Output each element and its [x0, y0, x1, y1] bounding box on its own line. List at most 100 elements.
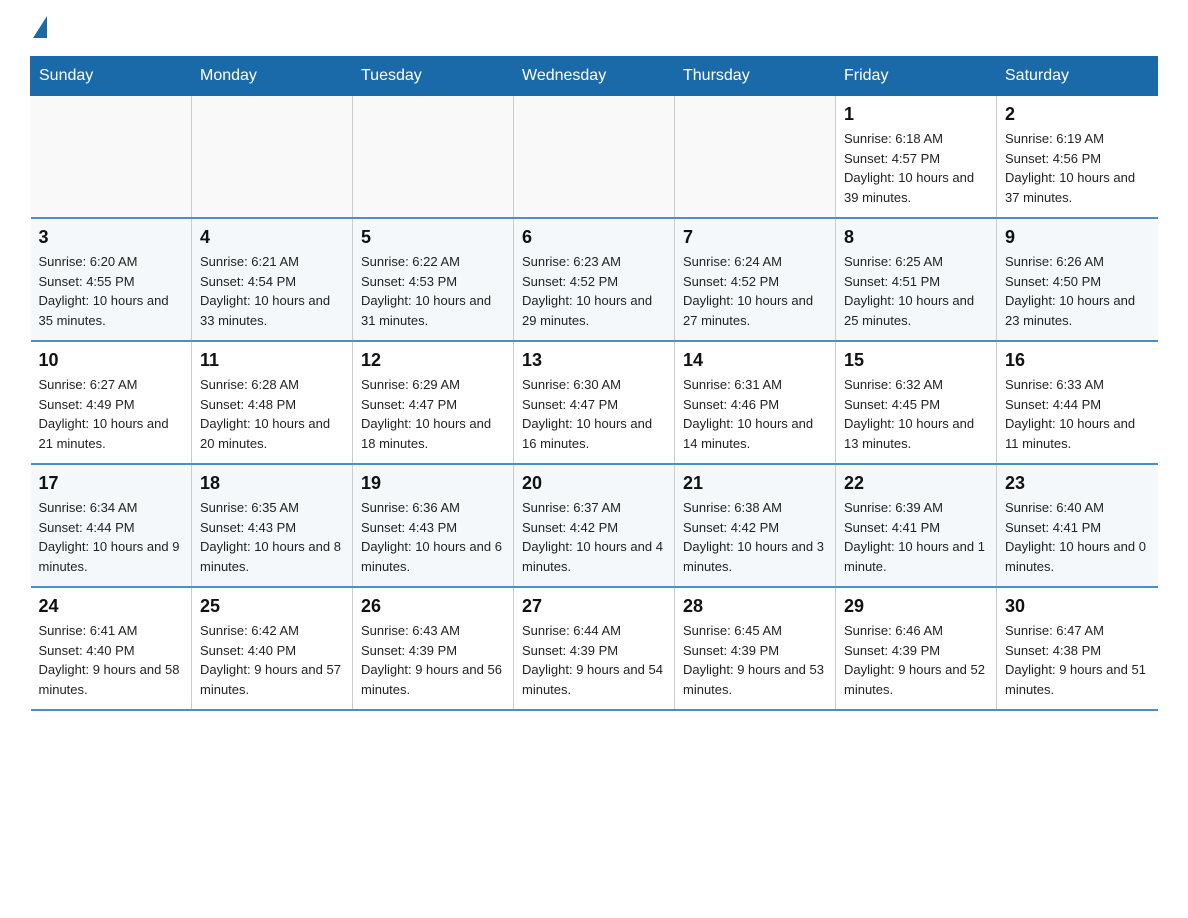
day-header-tuesday: Tuesday — [353, 57, 514, 96]
calendar-cell: 10 Sunrise: 6:27 AMSunset: 4:49 PMDayligh… — [31, 341, 192, 464]
day-number: 9 — [1005, 227, 1150, 248]
day-info: Sunrise: 6:28 AMSunset: 4:48 PMDaylight:… — [200, 375, 344, 453]
day-info: Sunrise: 6:22 AMSunset: 4:53 PMDaylight:… — [361, 252, 505, 330]
day-number: 6 — [522, 227, 666, 248]
day-info: Sunrise: 6:40 AMSunset: 4:41 PMDaylight:… — [1005, 498, 1150, 576]
day-info: Sunrise: 6:43 AMSunset: 4:39 PMDaylight:… — [361, 621, 505, 699]
day-info: Sunrise: 6:46 AMSunset: 4:39 PMDaylight:… — [844, 621, 988, 699]
day-info: Sunrise: 6:25 AMSunset: 4:51 PMDaylight:… — [844, 252, 988, 330]
calendar-cell: 2 Sunrise: 6:19 AMSunset: 4:56 PMDaylight… — [997, 96, 1158, 219]
calendar-cell — [31, 96, 192, 219]
day-number: 4 — [200, 227, 344, 248]
day-number: 13 — [522, 350, 666, 371]
day-number: 16 — [1005, 350, 1150, 371]
calendar-table: SundayMondayTuesdayWednesdayThursdayFrid… — [30, 56, 1158, 711]
calendar-cell: 4 Sunrise: 6:21 AMSunset: 4:54 PMDaylight… — [192, 218, 353, 341]
logo — [30, 20, 47, 38]
calendar-week-2: 3Sunrise: 6:20 AMSunset: 4:55 PMDaylight… — [31, 218, 1158, 341]
day-number: 14 — [683, 350, 827, 371]
day-info: Sunrise: 6:33 AMSunset: 4:44 PMDaylight:… — [1005, 375, 1150, 453]
calendar-cell: 19Sunrise: 6:36 AMSunset: 4:43 PMDayligh… — [353, 464, 514, 587]
day-number: 28 — [683, 596, 827, 617]
day-info: Sunrise: 6:42 AMSunset: 4:40 PMDaylight:… — [200, 621, 344, 699]
day-info: Sunrise: 6:39 AMSunset: 4:41 PMDaylight:… — [844, 498, 988, 576]
calendar-cell: 28 Sunrise: 6:45 AMSunset: 4:39 PMDayligh… — [675, 587, 836, 710]
calendar-cell: 20 Sunrise: 6:37 AMSunset: 4:42 PMDayligh… — [514, 464, 675, 587]
day-info: Sunrise: 6:27 AMSunset: 4:49 PMDaylight:… — [39, 375, 184, 453]
day-number: 23 — [1005, 473, 1150, 494]
day-info: Sunrise: 6:18 AMSunset: 4:57 PMDaylight:… — [844, 129, 988, 207]
day-info: Sunrise: 6:45 AMSunset: 4:39 PMDaylight:… — [683, 621, 827, 699]
calendar-cell — [353, 96, 514, 219]
day-number: 30 — [1005, 596, 1150, 617]
day-info: Sunrise: 6:29 AMSunset: 4:47 PMDaylight:… — [361, 375, 505, 453]
calendar-cell: 15Sunrise: 6:32 AMSunset: 4:45 PMDayligh… — [836, 341, 997, 464]
day-number: 21 — [683, 473, 827, 494]
day-info: Sunrise: 6:21 AMSunset: 4:54 PMDaylight:… — [200, 252, 344, 330]
calendar-cell: 22 Sunrise: 6:39 AMSunset: 4:41 PMDayligh… — [836, 464, 997, 587]
day-number: 2 — [1005, 104, 1150, 125]
calendar-cell: 23 Sunrise: 6:40 AMSunset: 4:41 PMDayligh… — [997, 464, 1158, 587]
day-info: Sunrise: 6:19 AMSunset: 4:56 PMDaylight:… — [1005, 129, 1150, 207]
day-number: 1 — [844, 104, 988, 125]
calendar-cell: 30 Sunrise: 6:47 AMSunset: 4:38 PMDayligh… — [997, 587, 1158, 710]
calendar-cell: 14Sunrise: 6:31 AMSunset: 4:46 PMDayligh… — [675, 341, 836, 464]
day-info: Sunrise: 6:37 AMSunset: 4:42 PMDaylight:… — [522, 498, 666, 576]
day-header-monday: Monday — [192, 57, 353, 96]
calendar-cell: 13Sunrise: 6:30 AMSunset: 4:47 PMDayligh… — [514, 341, 675, 464]
day-number: 17 — [39, 473, 184, 494]
day-header-sunday: Sunday — [31, 57, 192, 96]
day-info: Sunrise: 6:47 AMSunset: 4:38 PMDaylight:… — [1005, 621, 1150, 699]
day-number: 7 — [683, 227, 827, 248]
day-number: 20 — [522, 473, 666, 494]
day-header-friday: Friday — [836, 57, 997, 96]
day-number: 22 — [844, 473, 988, 494]
calendar-cell: 27 Sunrise: 6:44 AMSunset: 4:39 PMDayligh… — [514, 587, 675, 710]
day-number: 5 — [361, 227, 505, 248]
day-info: Sunrise: 6:23 AMSunset: 4:52 PMDaylight:… — [522, 252, 666, 330]
day-number: 26 — [361, 596, 505, 617]
day-number: 25 — [200, 596, 344, 617]
logo-triangle-icon — [33, 16, 47, 38]
calendar-cell: 29 Sunrise: 6:46 AMSunset: 4:39 PMDayligh… — [836, 587, 997, 710]
calendar-body: 1 Sunrise: 6:18 AMSunset: 4:57 PMDaylight… — [31, 96, 1158, 711]
calendar-cell: 17 Sunrise: 6:34 AMSunset: 4:44 PMDayligh… — [31, 464, 192, 587]
day-number: 11 — [200, 350, 344, 371]
day-info: Sunrise: 6:44 AMSunset: 4:39 PMDaylight:… — [522, 621, 666, 699]
day-number: 29 — [844, 596, 988, 617]
calendar-week-3: 10 Sunrise: 6:27 AMSunset: 4:49 PMDayligh… — [31, 341, 1158, 464]
calendar-cell: 24 Sunrise: 6:41 AMSunset: 4:40 PMDayligh… — [31, 587, 192, 710]
calendar-cell: 21 Sunrise: 6:38 AMSunset: 4:42 PMDayligh… — [675, 464, 836, 587]
day-number: 19 — [361, 473, 505, 494]
calendar-cell: 18 Sunrise: 6:35 AMSunset: 4:43 PMDayligh… — [192, 464, 353, 587]
day-number: 27 — [522, 596, 666, 617]
calendar-cell: 5 Sunrise: 6:22 AMSunset: 4:53 PMDaylight… — [353, 218, 514, 341]
calendar-week-5: 24 Sunrise: 6:41 AMSunset: 4:40 PMDayligh… — [31, 587, 1158, 710]
day-info: Sunrise: 6:34 AMSunset: 4:44 PMDaylight:… — [39, 498, 184, 576]
day-number: 24 — [39, 596, 184, 617]
day-info: Sunrise: 6:38 AMSunset: 4:42 PMDaylight:… — [683, 498, 827, 576]
calendar-week-1: 1 Sunrise: 6:18 AMSunset: 4:57 PMDaylight… — [31, 96, 1158, 219]
calendar-cell: 1 Sunrise: 6:18 AMSunset: 4:57 PMDaylight… — [836, 96, 997, 219]
calendar-cell: 26 Sunrise: 6:43 AMSunset: 4:39 PMDayligh… — [353, 587, 514, 710]
page-header — [30, 20, 1158, 38]
calendar-cell — [675, 96, 836, 219]
day-info: Sunrise: 6:35 AMSunset: 4:43 PMDaylight:… — [200, 498, 344, 576]
day-number: 10 — [39, 350, 184, 371]
day-header-wednesday: Wednesday — [514, 57, 675, 96]
day-number: 15 — [844, 350, 988, 371]
calendar-cell: 16 Sunrise: 6:33 AMSunset: 4:44 PMDayligh… — [997, 341, 1158, 464]
calendar-cell — [192, 96, 353, 219]
day-header-row: SundayMondayTuesdayWednesdayThursdayFrid… — [31, 57, 1158, 96]
day-number: 8 — [844, 227, 988, 248]
day-number: 18 — [200, 473, 344, 494]
day-info: Sunrise: 6:41 AMSunset: 4:40 PMDaylight:… — [39, 621, 184, 699]
calendar-header: SundayMondayTuesdayWednesdayThursdayFrid… — [31, 57, 1158, 96]
calendar-cell: 12 Sunrise: 6:29 AMSunset: 4:47 PMDayligh… — [353, 341, 514, 464]
day-number: 12 — [361, 350, 505, 371]
day-info: Sunrise: 6:20 AMSunset: 4:55 PMDaylight:… — [39, 252, 184, 330]
calendar-cell: 9Sunrise: 6:26 AMSunset: 4:50 PMDaylight… — [997, 218, 1158, 341]
day-header-saturday: Saturday — [997, 57, 1158, 96]
day-header-thursday: Thursday — [675, 57, 836, 96]
calendar-cell: 25 Sunrise: 6:42 AMSunset: 4:40 PMDayligh… — [192, 587, 353, 710]
